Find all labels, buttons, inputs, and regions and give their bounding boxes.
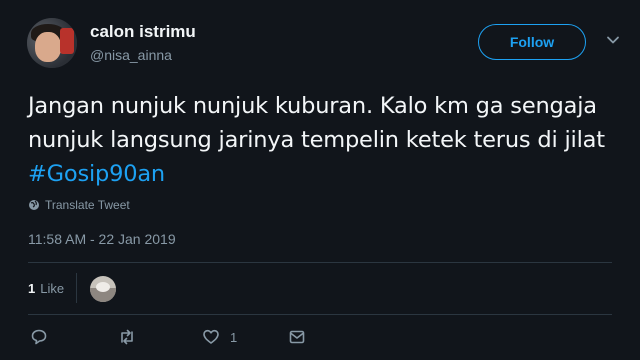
globe-icon [29, 200, 39, 210]
divider [76, 273, 77, 303]
tweet-text: Jangan nunjuk nunjuk kuburan. Kalo km ga… [28, 89, 618, 191]
display-name[interactable]: calon istrimu [90, 22, 196, 42]
translate-tweet-link[interactable]: Translate Tweet [28, 198, 130, 212]
translate-label: Translate Tweet [45, 198, 130, 212]
heart-icon [203, 329, 219, 344]
direct-message-button[interactable] [288, 328, 306, 346]
avatar[interactable] [27, 18, 77, 68]
follow-button[interactable]: Follow [478, 24, 586, 60]
chevron-down-icon[interactable] [606, 33, 620, 47]
action-bar: 1 [0, 324, 640, 352]
mail-icon [289, 330, 305, 344]
retweet-button[interactable] [118, 328, 136, 346]
likes-stat[interactable]: 1 Like [28, 277, 64, 299]
likes-count: 1 [28, 280, 36, 296]
like-count: 1 [230, 329, 238, 345]
tweet-body: Jangan nunjuk nunjuk kuburan. Kalo km ga… [28, 93, 605, 153]
likes-label: Like [40, 280, 65, 296]
liker-avatar[interactable] [90, 276, 116, 302]
tweet-card: calon istrimu @nisa_ainna Follow Jangan … [0, 0, 640, 360]
reply-button[interactable] [30, 328, 48, 346]
divider [28, 262, 612, 263]
tweet-timestamp[interactable]: 11:58 AM - 22 Jan 2019 [28, 231, 176, 247]
hashtag-link[interactable]: #Gosip90an [28, 161, 165, 187]
like-button[interactable]: 1 [202, 328, 237, 346]
divider [28, 314, 612, 315]
user-handle[interactable]: @nisa_ainna [90, 47, 172, 63]
reply-icon [31, 329, 47, 345]
retweet-icon [121, 329, 133, 345]
